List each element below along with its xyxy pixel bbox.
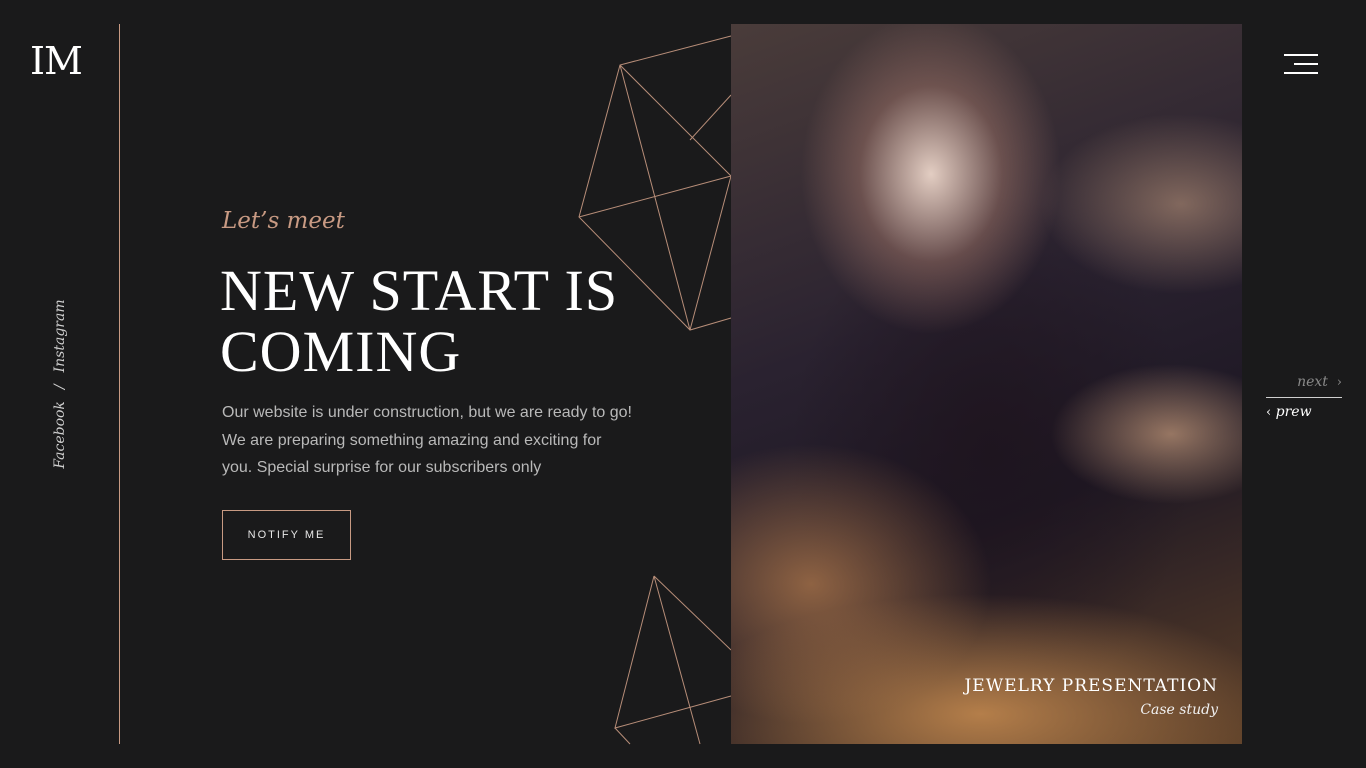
project-subtitle: Case study xyxy=(1140,702,1218,718)
notify-me-button[interactable]: NOTIFY ME xyxy=(222,510,351,560)
social-separator: / xyxy=(52,384,68,390)
next-label: next xyxy=(1297,374,1328,390)
prev-slide-link[interactable]: ‹ prew xyxy=(1266,404,1312,420)
hero-headline: NEW START IS COMING xyxy=(220,258,619,384)
feature-photo[interactable]: JEWELRY PRESENTATION Case study xyxy=(731,24,1242,744)
menu-icon[interactable] xyxy=(1284,54,1318,74)
hero-description: Our website is under construction, but w… xyxy=(222,404,632,476)
chevron-left-icon: ‹ xyxy=(1266,405,1272,420)
hero-kicker: Let’s meet xyxy=(222,208,345,234)
project-title[interactable]: JEWELRY PRESENTATION xyxy=(964,676,1218,696)
menu-bar xyxy=(1294,63,1318,65)
site-logo[interactable]: IM xyxy=(30,42,83,80)
chevron-right-icon: › xyxy=(1336,375,1342,390)
facebook-link[interactable]: Facebook xyxy=(52,401,68,469)
menu-bar xyxy=(1284,72,1318,74)
social-links: Facebook / Instagram xyxy=(52,299,68,468)
menu-bar xyxy=(1284,54,1318,56)
photo-caption: JEWELRY PRESENTATION Case study xyxy=(964,676,1218,718)
prev-label: prew xyxy=(1275,404,1312,420)
next-slide-link[interactable]: next › xyxy=(1266,374,1342,398)
vertical-divider xyxy=(119,24,120,744)
instagram-link[interactable]: Instagram xyxy=(52,299,68,372)
